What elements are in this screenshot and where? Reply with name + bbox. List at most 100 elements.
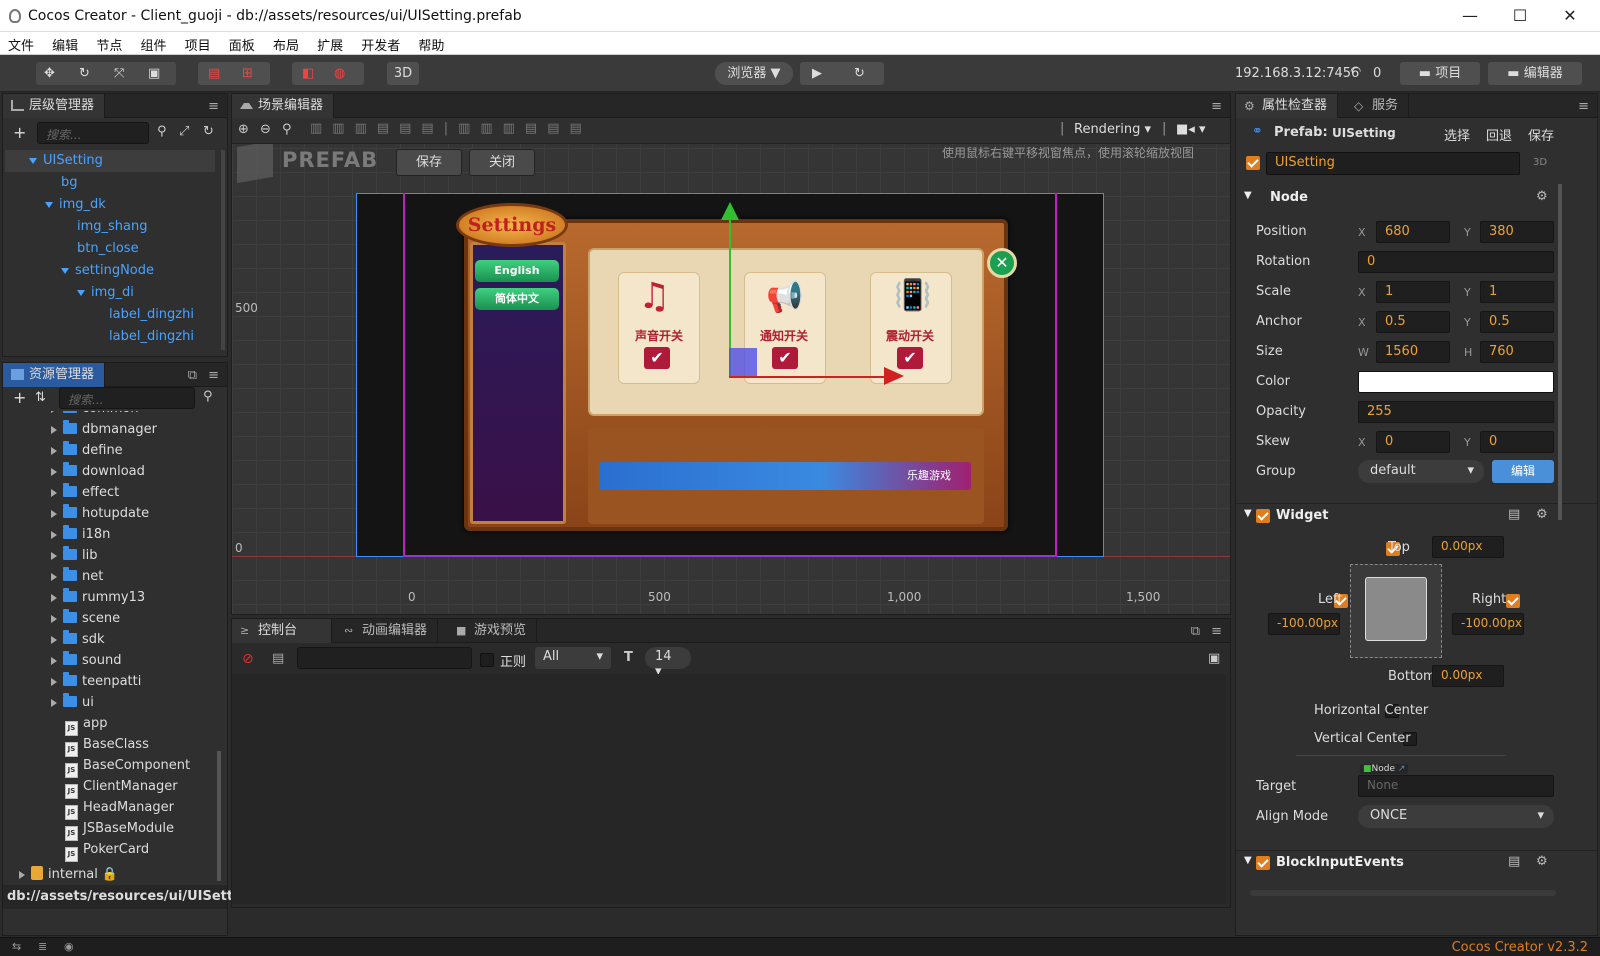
doc-icon[interactable]: ▤ [1508, 507, 1520, 522]
rect-tool-icon[interactable]: ▣ [148, 62, 160, 85]
camera-icon[interactable]: ■◂ ▾ [1176, 122, 1205, 137]
pivot-icon[interactable]: ▤ [208, 62, 220, 85]
menu-panel[interactable]: 面板 [221, 32, 261, 54]
open-project-button[interactable]: ▬ 项目 [1400, 62, 1480, 85]
asset-folder-download[interactable]: download [51, 461, 145, 482]
tree-node-img-dk[interactable]: img_dk [45, 194, 106, 216]
bottom-offset-input[interactable]: 0.00px [1432, 665, 1504, 687]
add-asset-icon[interactable]: + [13, 388, 26, 407]
asset-folder-sdk[interactable]: sdk [51, 629, 105, 650]
expand-caret-icon[interactable] [51, 488, 57, 497]
rendering-select[interactable]: Rendering ▾ [1074, 122, 1151, 137]
collapse-caret-icon[interactable]: ▼ [1244, 508, 1252, 519]
panel-menu-icon[interactable]: ≡ [1211, 99, 1222, 114]
asset-folder-sound[interactable]: sound [51, 650, 121, 671]
position-x-input[interactable]: 680 [1376, 221, 1450, 243]
scene-viewport[interactable]: PREFAB 保存 关闭 使用鼠标右键平移视窗焦点，使用滚轮缩放视图 500 0… [232, 144, 1230, 614]
asset-script-HeadManager[interactable]: JS HeadManager [65, 797, 174, 820]
tab-scene-editor[interactable]: 场景编辑器 [232, 94, 335, 118]
tree-node-settingnode[interactable]: settingNode [61, 260, 154, 282]
hierarchy-scrollbar[interactable] [221, 150, 225, 350]
asset-folder-net[interactable]: net [51, 566, 103, 587]
notify-checkbox[interactable]: ✔ [772, 347, 798, 369]
expand-caret-icon[interactable] [51, 446, 57, 455]
hierarchy-search-input[interactable]: 搜索... [37, 122, 149, 144]
asset-script-ClientManager[interactable]: JS ClientManager [65, 776, 178, 799]
database-icon[interactable]: ≣ [38, 940, 47, 953]
tab-game-preview[interactable]: ■ 游戏预览 [448, 619, 538, 643]
skew-y-input[interactable]: 0 [1480, 431, 1554, 453]
asset-script-JSBaseModule[interactable]: JS JSBaseModule [65, 818, 174, 841]
tree-node-uisetting[interactable]: UISetting [5, 150, 215, 172]
expand-caret-icon[interactable] [51, 572, 57, 581]
widget-enabled-checkbox[interactable] [1256, 509, 1270, 523]
collapse-caret-icon[interactable]: ▼ [1244, 855, 1252, 866]
expand-caret-icon[interactable] [61, 267, 69, 274]
scale-tool-icon[interactable]: ⤧ [114, 62, 124, 85]
asset-script-app[interactable]: JS app [65, 713, 107, 736]
prefab-save-button[interactable]: 保存 [1528, 125, 1554, 144]
doc-icon[interactable]: ▤ [1508, 854, 1520, 869]
group-select[interactable]: default ▾ [1358, 460, 1484, 483]
widget-align-box[interactable] [1350, 564, 1442, 658]
lang-english-button[interactable]: English [475, 260, 559, 282]
position-y-input[interactable]: 380 [1480, 221, 1554, 243]
expand-caret-icon[interactable] [51, 614, 57, 623]
tree-node-btn-close[interactable]: btn_close [77, 238, 139, 260]
asset-folder-teenpatti[interactable]: teenpatti [51, 671, 141, 692]
asset-folder-hotupdate[interactable]: hotupdate [51, 503, 149, 524]
play-icon[interactable]: ▶ [812, 62, 822, 85]
open-editor-button[interactable]: ▬ 编辑器 [1488, 62, 1582, 85]
expand-caret-icon[interactable] [29, 157, 37, 164]
add-node-icon[interactable]: + [13, 123, 26, 142]
gear-icon[interactable]: ⚙ [1536, 507, 1548, 522]
expand-caret-icon[interactable] [51, 677, 57, 686]
expand-caret-icon[interactable] [51, 530, 57, 539]
group-edit-button[interactable]: 编辑 [1492, 460, 1554, 483]
tree-node-bg[interactable]: bg [61, 172, 78, 194]
regex-checkbox[interactable] [480, 653, 494, 667]
sync-icon[interactable]: ⇆ [12, 940, 21, 953]
rotation-input[interactable]: 0 [1358, 251, 1554, 273]
panel-menu-icon[interactable]: ≡ [208, 99, 219, 114]
gizmo-x-arrow[interactable] [884, 367, 904, 385]
vibrate-checkbox[interactable]: ✔ [897, 347, 923, 369]
asset-script-BaseClass[interactable]: JS BaseClass [65, 734, 149, 757]
widget-section-header[interactable]: ▼ Widget ▤ ⚙ [1236, 503, 1597, 527]
panel-menu-icon[interactable]: ≡ [208, 368, 219, 383]
search-icon[interactable]: ⚲ [203, 389, 213, 404]
prefab-save-button[interactable]: 保存 [396, 149, 462, 176]
refresh-icon[interactable]: ↻ [854, 62, 865, 85]
gizmo-x-axis[interactable] [729, 376, 889, 378]
eye-icon[interactable]: ◉ [64, 940, 74, 953]
size-w-input[interactable]: 1560 [1376, 341, 1450, 363]
open-log-icon[interactable]: ▤ [272, 651, 284, 666]
menu-edit[interactable]: 编辑 [44, 32, 84, 54]
zoom-reset-icon[interactable]: ⚲ [282, 122, 292, 137]
3d-toggle[interactable]: 3D [1533, 157, 1547, 168]
close-window-button[interactable]: ✕ [1548, 4, 1592, 28]
scale-y-input[interactable]: 1 [1480, 281, 1554, 303]
add-component-bar[interactable] [1250, 890, 1556, 896]
promo-bar[interactable]: 乐趣游戏 [599, 462, 971, 490]
tree-node-img-di[interactable]: img_di [77, 282, 134, 304]
right-offset-input[interactable]: -100.00px [1452, 613, 1524, 635]
panel-menu-icon[interactable]: ≡ [1211, 624, 1222, 639]
snap-icon[interactable]: ◧ [302, 62, 314, 85]
expand-icon[interactable]: ⤢ [179, 124, 189, 139]
prefab-select-button[interactable]: 选择 [1444, 125, 1470, 144]
menu-component[interactable]: 组件 [132, 32, 172, 54]
refresh-icon[interactable]: ↻ [203, 124, 214, 139]
search-icon[interactable]: ⚲ [157, 124, 167, 139]
tab-animation-editor[interactable]: ∾ 动画编辑器 [336, 619, 439, 643]
asset-folder-i18n[interactable]: i18n [51, 524, 110, 545]
gizmo-plane-handle[interactable] [729, 348, 757, 376]
clear-console-icon[interactable]: ⊘ [242, 651, 254, 667]
expand-caret-icon[interactable] [77, 289, 85, 296]
assets-search-input[interactable]: 搜索... [59, 387, 195, 409]
collapse-caret-icon[interactable]: ▼ [1244, 190, 1252, 201]
menu-node[interactable]: 节点 [88, 32, 128, 54]
menu-extension[interactable]: 扩展 [309, 32, 349, 54]
minimize-button[interactable]: — [1448, 4, 1492, 28]
asset-folder-effect[interactable]: effect [51, 482, 119, 503]
